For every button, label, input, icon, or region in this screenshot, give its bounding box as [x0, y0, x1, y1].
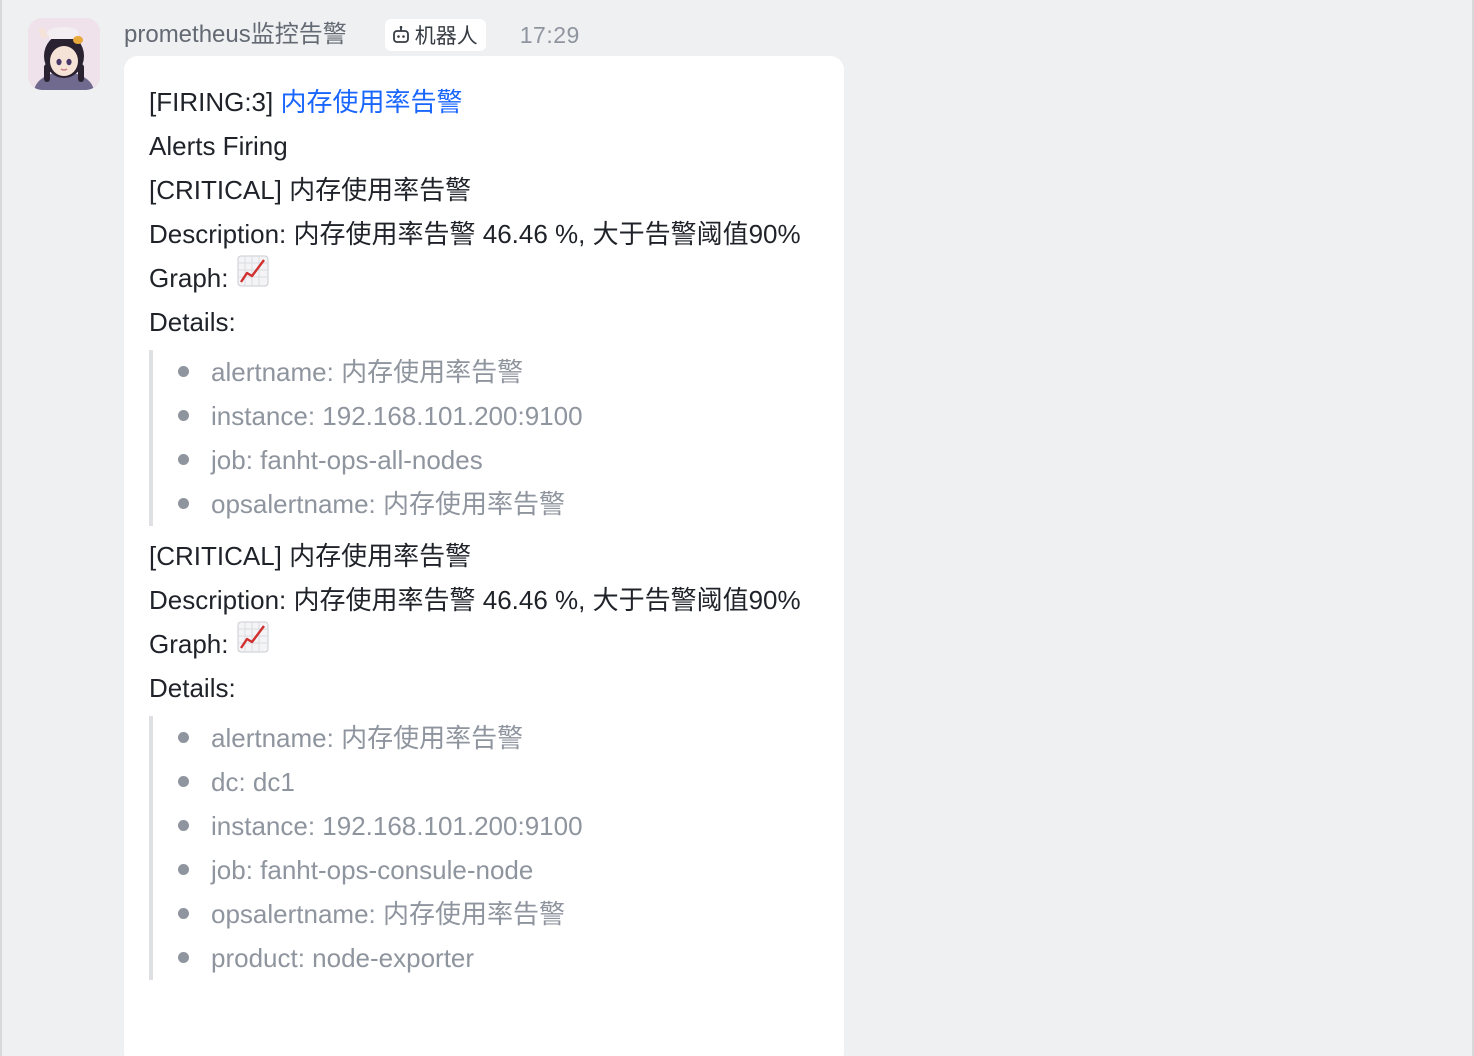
description-value: 内存使用率告警 46.46 %, 大于告警阈值90% [286, 219, 801, 249]
description-label: Description: [149, 585, 287, 615]
detail-item: opsalertname: 内存使用率告警 [149, 892, 809, 936]
bullet-icon [178, 908, 189, 919]
bullet-icon [178, 732, 189, 743]
detail-item: alertname: 内存使用率告警 [149, 716, 809, 760]
chart-increasing-icon[interactable] [237, 255, 269, 300]
chat-page: prometheus监控告警 机器人 17:29 [FIRING:3] 内存使用… [0, 0, 1474, 1056]
message-bubble[interactable]: [FIRING:3] 内存使用率告警 Alerts Firing [CRITIC… [124, 56, 844, 1056]
bullet-icon [178, 864, 189, 875]
avatar-image [28, 18, 100, 90]
alert-description: Description: 内存使用率告警 46.46 %, 大于告警阈值90% [149, 212, 809, 256]
alert-title: [CRITICAL] 内存使用率告警 [149, 541, 472, 571]
alert-graph: Graph: [149, 255, 809, 300]
message-title: [FIRING:3] 内存使用率告警 [149, 80, 809, 124]
alert-title: [CRITICAL] 内存使用率告警 [149, 175, 472, 205]
detail-item: instance: 192.168.101.200:9100 [149, 804, 809, 848]
details-list: alertname: 内存使用率告警 instance: 192.168.101… [149, 350, 809, 526]
bullet-icon [178, 454, 189, 465]
details-label: Details: [149, 307, 236, 337]
detail-item: opsalertname: 内存使用率告警 [149, 482, 809, 526]
firing-count: [FIRING:3] [149, 87, 281, 117]
detail-item: instance: 192.168.101.200:9100 [149, 394, 809, 438]
details-list: alertname: 内存使用率告警 dc: dc1 instance: 192… [149, 716, 809, 980]
bullet-icon [178, 498, 189, 509]
detail-item: dc: dc1 [149, 760, 809, 804]
detail-item: job: fanht-ops-consule-node [149, 848, 809, 892]
alert-title-link[interactable]: 内存使用率告警 [280, 87, 462, 117]
bullet-icon [178, 776, 189, 787]
message-content: [FIRING:3] 内存使用率告警 Alerts Firing [CRITIC… [149, 80, 809, 988]
alerts-firing-heading: Alerts Firing [149, 131, 288, 161]
sender-name[interactable]: prometheus监控告警 [124, 16, 347, 54]
detail-item: product: node-exporter [149, 936, 809, 980]
robot-icon [391, 25, 411, 45]
message-time: 17:29 [519, 22, 580, 48]
bullet-icon [178, 366, 189, 377]
description-label: Description: [149, 219, 287, 249]
bot-badge-label: 机器人 [414, 25, 478, 48]
bullet-icon [178, 820, 189, 831]
description-value: 内存使用率告警 46.46 %, 大于告警阈值90% [286, 585, 801, 615]
detail-item: job: fanht-ops-all-nodes [149, 438, 809, 482]
alert-graph: Graph: [149, 621, 809, 666]
chart-increasing-icon[interactable] [237, 621, 269, 666]
details-label: Details: [149, 673, 236, 703]
bullet-icon [178, 952, 189, 963]
graph-label: Graph: [149, 263, 229, 293]
detail-item: alertname: 内存使用率告警 [149, 350, 809, 394]
left-divider [0, 0, 2, 1056]
bot-badge: 机器人 [384, 19, 486, 51]
bullet-icon [178, 410, 189, 421]
message-header: prometheus监控告警 机器人 17:29 [124, 16, 580, 54]
sender-avatar[interactable] [28, 18, 100, 90]
graph-label: Graph: [149, 629, 229, 659]
alert-description: Description: 内存使用率告警 46.46 %, 大于告警阈值90% [149, 578, 809, 622]
